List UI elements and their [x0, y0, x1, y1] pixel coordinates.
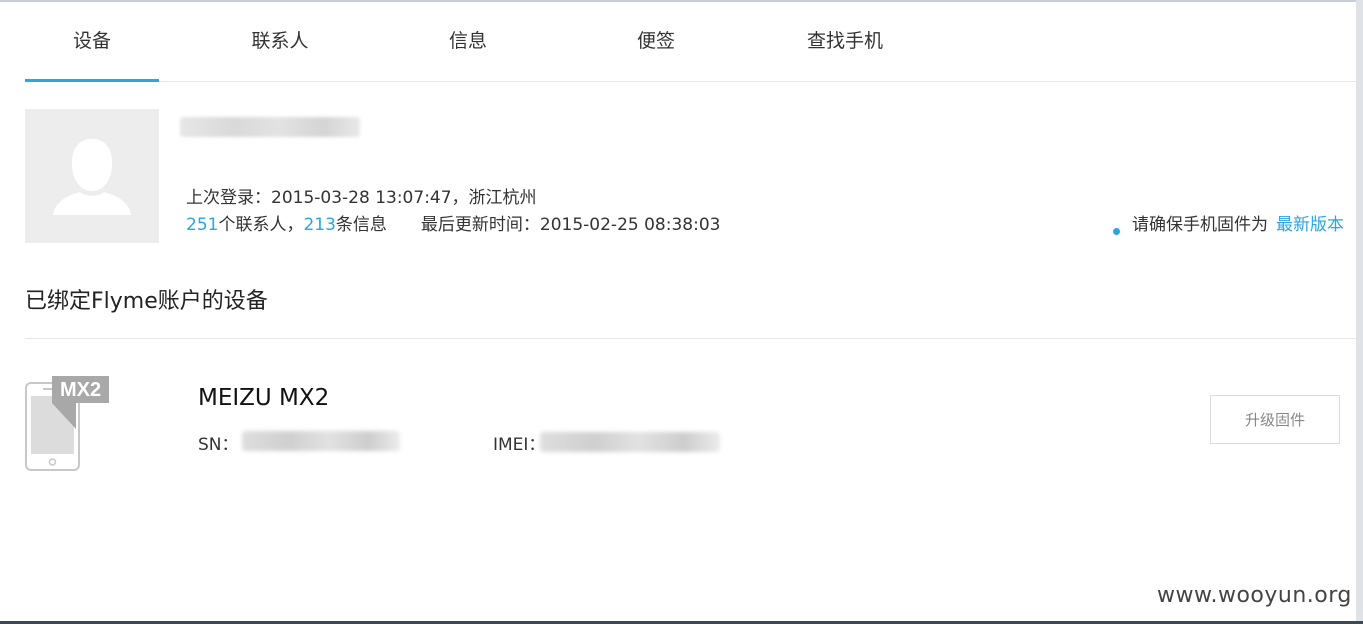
- sn-label: SN：: [198, 435, 239, 455]
- upgrade-firmware-button[interactable]: 升级固件: [1210, 395, 1340, 444]
- window-right-border: [1356, 0, 1363, 624]
- device-name: MEIZU MX2: [198, 385, 330, 411]
- device-badge-text: MX2: [60, 379, 101, 401]
- last-login-line: 上次登录：2015-03-28 13:07:47，浙江杭州: [186, 183, 537, 208]
- redacted-imei: [540, 432, 720, 452]
- last-login-label: 上次登录：: [186, 188, 271, 208]
- contacts-count[interactable]: 251: [186, 215, 218, 235]
- tab-find-phone[interactable]: 查找手机: [785, 0, 905, 81]
- notice-text: 请确保手机固件为: [1132, 215, 1268, 235]
- tab-device[interactable]: 设备: [25, 0, 159, 82]
- tab-notes[interactable]: 便签: [606, 0, 706, 81]
- bullet-dot-icon: [1113, 228, 1120, 235]
- latest-version-link[interactable]: 最新版本: [1276, 215, 1344, 235]
- bound-devices-title: 已绑定Flyme账户的设备: [25, 289, 268, 314]
- contacts-suffix: 个联系人，: [218, 215, 304, 235]
- section-divider: [25, 338, 1356, 339]
- tab-contacts[interactable]: 联系人: [230, 0, 330, 81]
- messages-count[interactable]: 213: [303, 215, 335, 235]
- stats-line: 251个联系人，213条信息 最后更新时间：2015-02-25 08:38:03: [186, 210, 720, 235]
- messages-suffix: 条信息: [335, 215, 387, 235]
- avatar: [25, 109, 159, 243]
- last-login-value: 2015-03-28 13:07:47，浙江杭州: [271, 188, 537, 208]
- imei-label: IMEI：: [493, 435, 546, 455]
- redacted-username: [180, 117, 360, 137]
- redacted-sn: [242, 431, 400, 451]
- last-update-value: 2015-02-25 08:38:03: [539, 215, 721, 235]
- last-update-label: 最后更新时间：: [420, 215, 540, 235]
- watermark: www.wooyun.org: [1157, 583, 1352, 608]
- firmware-notice: 请确保手机固件为 最新版本: [1113, 210, 1356, 235]
- tab-messages[interactable]: 信息: [418, 0, 518, 81]
- phone-device-icon: MX2: [25, 376, 109, 471]
- main-tabs: 设备 联系人 信息 便签 查找手机: [25, 0, 1356, 82]
- user-silhouette-icon: [53, 139, 131, 215]
